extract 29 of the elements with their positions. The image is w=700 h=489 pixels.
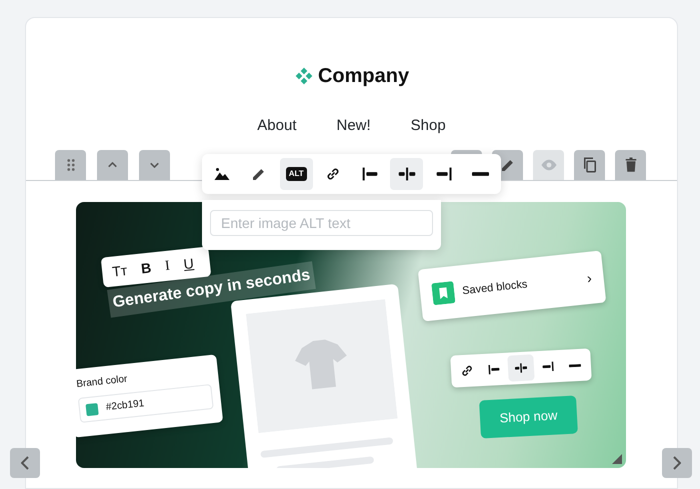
full-width-icon bbox=[569, 362, 582, 366]
saved-blocks-card[interactable]: Saved blocks › bbox=[418, 250, 606, 321]
chevron-down-icon bbox=[150, 162, 159, 168]
align-center-tool[interactable] bbox=[390, 158, 424, 190]
copy-tab[interactable] bbox=[574, 150, 605, 180]
alt-label: ALT bbox=[286, 167, 307, 181]
chevron-right-icon bbox=[673, 456, 681, 470]
color-value: #2cb191 bbox=[105, 396, 145, 415]
alt-tool[interactable]: ALT bbox=[280, 158, 313, 190]
nav-link[interactable]: About bbox=[257, 115, 296, 138]
nav-link[interactable]: New! bbox=[336, 115, 371, 138]
mountain-image-icon bbox=[213, 165, 232, 183]
logo-text: Company bbox=[318, 64, 410, 89]
drag-handle-tab[interactable] bbox=[55, 150, 86, 180]
nav-link[interactable]: Shop bbox=[410, 115, 446, 138]
chevron-text: › bbox=[586, 268, 593, 288]
resize-handle-icon bbox=[612, 454, 622, 464]
chevron-up-icon bbox=[108, 162, 117, 168]
chevron-left-icon bbox=[21, 456, 29, 470]
text-size-tool[interactable]: Tт bbox=[111, 259, 128, 282]
previous-button[interactable] bbox=[10, 448, 40, 478]
saved-blocks-label: Saved blocks bbox=[461, 276, 529, 298]
trash-tab[interactable] bbox=[615, 150, 646, 180]
diamond-logo-icon bbox=[294, 66, 314, 86]
full-width-icon bbox=[472, 172, 490, 176]
next-button[interactable] bbox=[662, 448, 692, 478]
align-center-tool[interactable] bbox=[508, 354, 534, 382]
bookmark-icon bbox=[431, 280, 456, 305]
alt-text-field[interactable]: Enter image ALT text bbox=[210, 210, 433, 236]
